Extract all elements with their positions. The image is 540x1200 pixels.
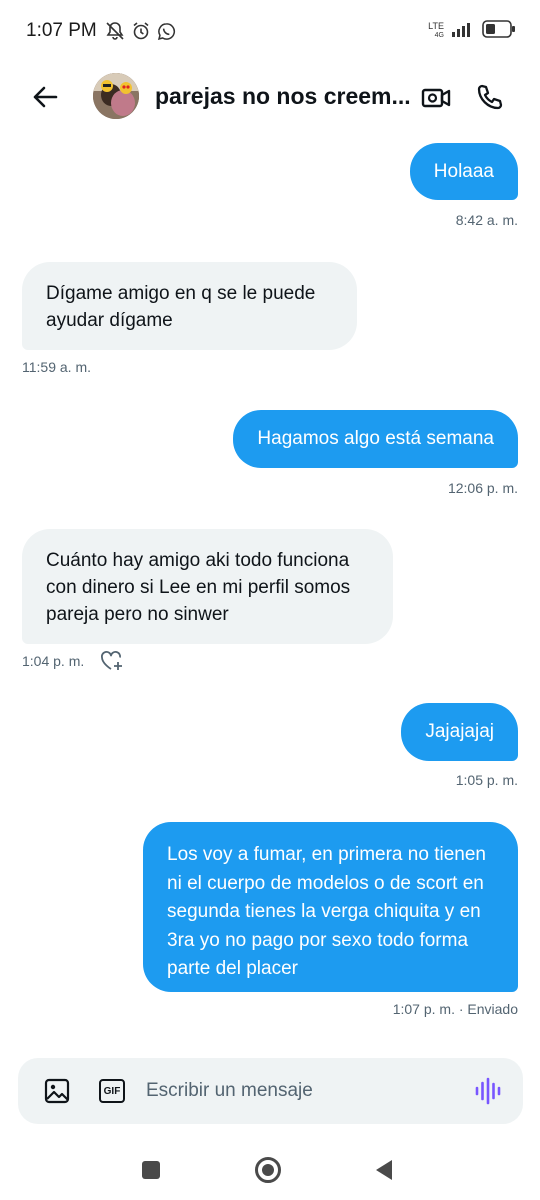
status-bar: 1:07 PM LTE 4G — [0, 0, 540, 62]
system-nav-bar — [0, 1140, 540, 1200]
gif-label: GIF — [103, 1085, 121, 1097]
home-circle-icon — [255, 1157, 281, 1183]
back-nav-button[interactable] — [368, 1154, 400, 1186]
message-bubble-outgoing[interactable]: Jajajajaj — [401, 703, 518, 761]
message-text: Dígame amigo en q se le puede ayudar díg… — [46, 283, 316, 331]
message-composer: GIF — [18, 1058, 523, 1124]
react-heart-icon[interactable] — [99, 649, 125, 673]
message-text: Jajajajaj — [425, 721, 494, 742]
voice-message-button[interactable] — [472, 1076, 504, 1106]
gif-icon: GIF — [99, 1079, 125, 1103]
message-bubble-outgoing[interactable]: Hagamos algo está semana — [233, 410, 518, 468]
message-text: Hagamos algo está semana — [257, 428, 494, 449]
message-timestamp: 1:07 p. m. · Enviado — [392, 1001, 518, 1017]
message-text: Holaaa — [433, 161, 494, 182]
message-timestamp: 11:59 a. m. — [22, 359, 92, 375]
square-icon — [142, 1161, 160, 1179]
conversation-title[interactable]: parejas no nos creem... — [155, 83, 411, 110]
network-label: LTE — [428, 21, 444, 31]
status-time: 1:07 PM — [26, 20, 97, 41]
message-bubble-outgoing[interactable]: Los voy a fumar, en primera no tienen ni… — [143, 822, 518, 992]
add-image-button[interactable] — [42, 1076, 72, 1106]
message-bubble-incoming[interactable]: Cuánto hay amigo aki todo funciona con d… — [22, 529, 393, 644]
network-indicator: LTE 4G — [428, 22, 444, 40]
call-button[interactable] — [473, 80, 507, 114]
add-gif-button[interactable]: GIF — [97, 1076, 127, 1106]
arrow-left-icon — [33, 86, 58, 108]
whatsapp-icon — [157, 22, 176, 41]
message-timestamp: 1:05 p. m. — [455, 772, 518, 788]
conversation-header: parejas no nos creem... — [0, 62, 540, 134]
bell-off-icon — [105, 21, 125, 41]
triangle-back-icon — [376, 1160, 392, 1180]
recent-apps-button[interactable] — [135, 1154, 167, 1186]
data-label: 4G — [434, 32, 444, 39]
message-bubble-outgoing[interactable]: Holaaa — [409, 143, 518, 200]
video-call-button[interactable] — [419, 81, 453, 115]
message-timestamp: 12:06 p. m. — [447, 480, 518, 496]
message-bubble-incoming[interactable]: Dígame amigo en q se le puede ayudar díg… — [22, 262, 357, 350]
signal-icon — [452, 21, 474, 42]
video-call-icon — [421, 88, 451, 108]
phone-icon — [477, 84, 503, 110]
message-input[interactable] — [146, 1077, 446, 1105]
back-button[interactable] — [28, 80, 62, 114]
image-icon — [44, 1078, 70, 1104]
home-button[interactable] — [252, 1154, 284, 1186]
voice-message-icon — [475, 1077, 501, 1105]
message-text: Cuánto hay amigo aki todo funciona con d… — [46, 550, 351, 625]
message-timestamp: 8:42 a. m. — [455, 212, 518, 228]
message-timestamp: 1:04 p. m. — [22, 653, 85, 669]
alarm-icon — [131, 21, 151, 41]
message-text: Los voy a fumar, en primera no tienen ni… — [167, 844, 486, 979]
avatar[interactable] — [93, 73, 139, 119]
battery-icon — [482, 19, 516, 43]
